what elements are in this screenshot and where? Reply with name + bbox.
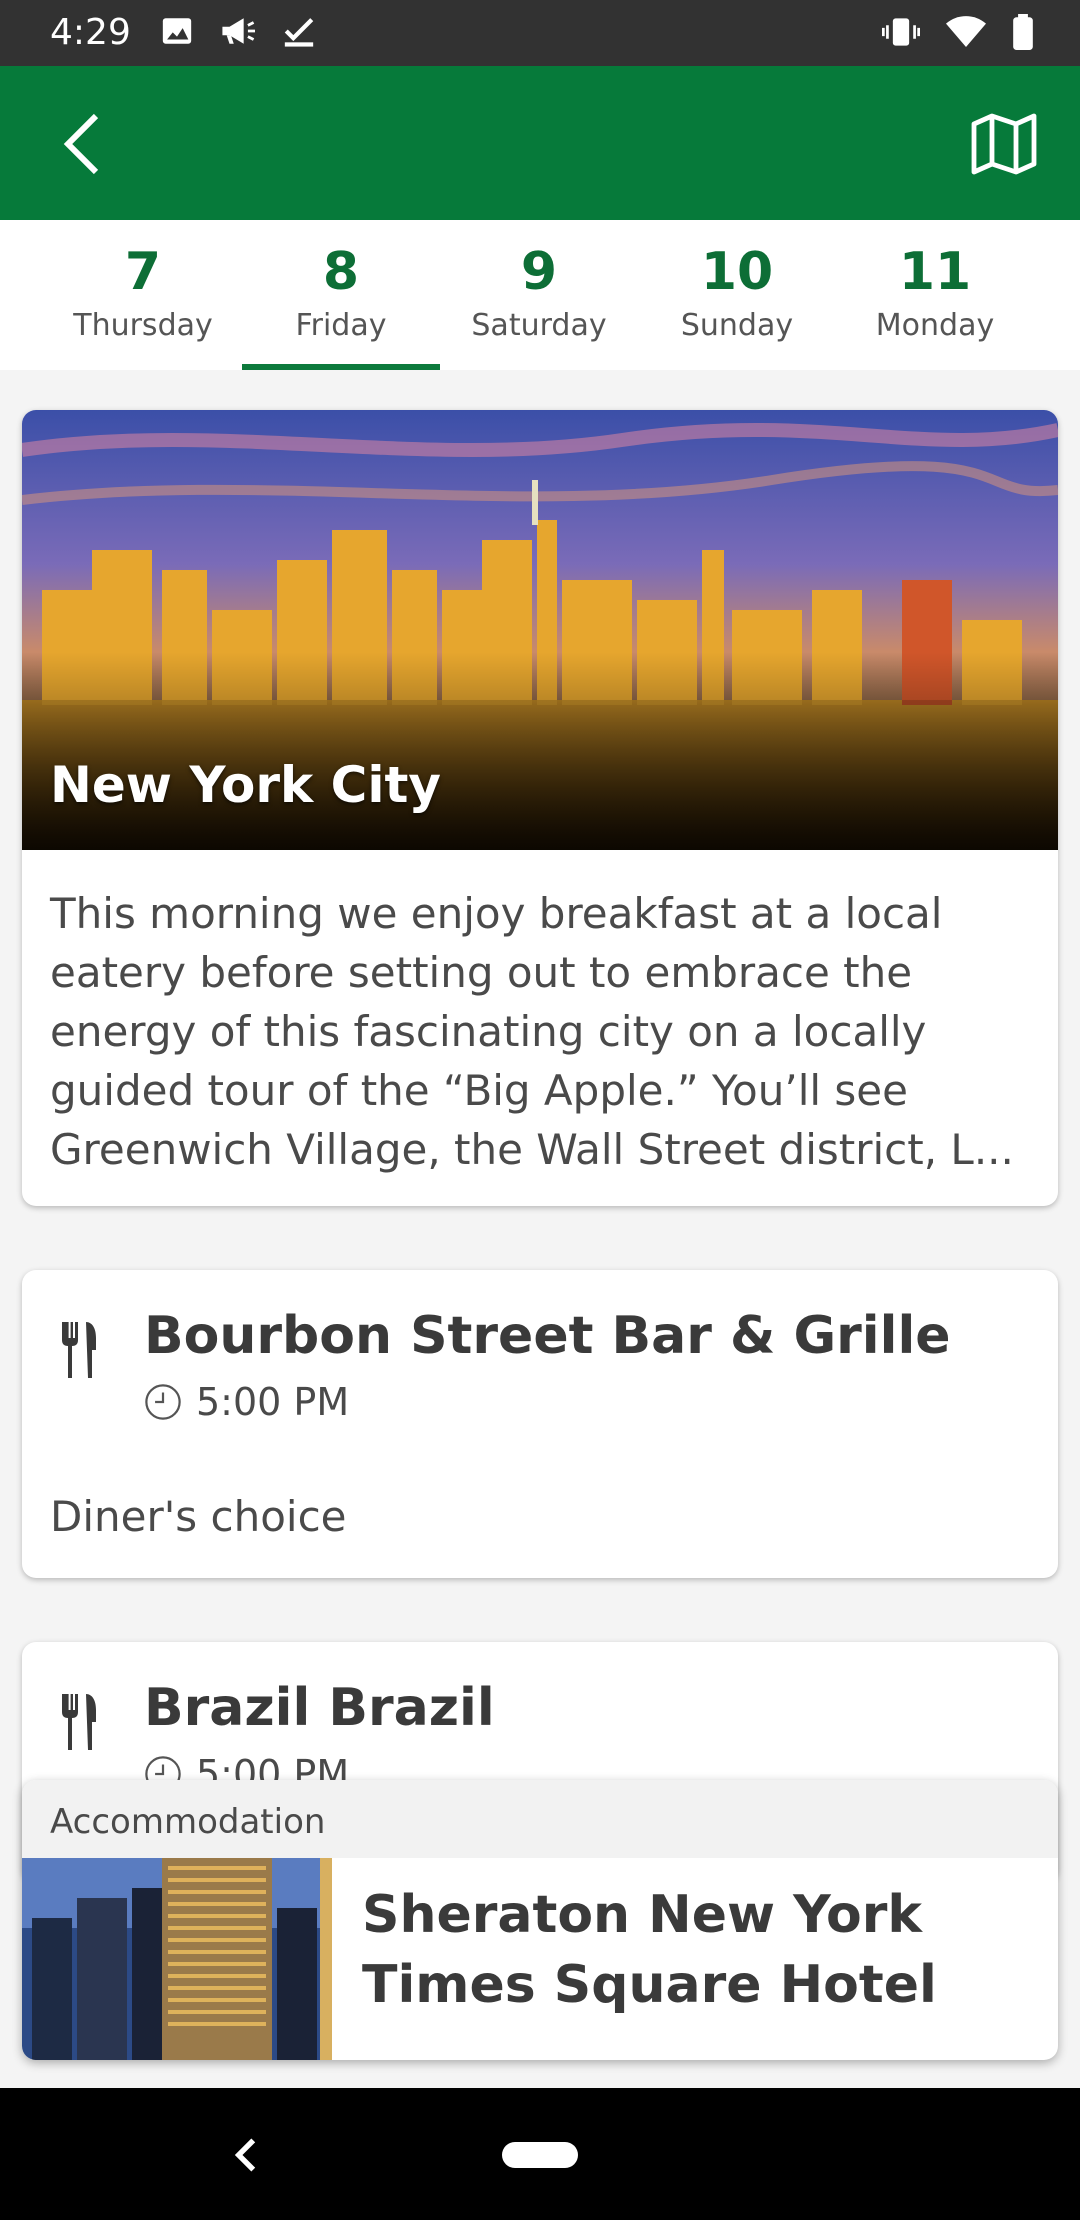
home-pill-icon[interactable] bbox=[502, 2142, 578, 2168]
day-tabs: 7 Thursday 8 Friday 9 Saturday 10 Sunday… bbox=[0, 220, 1080, 370]
destination-title: New York City bbox=[50, 756, 441, 814]
meal-time: 5:00 PM bbox=[144, 1380, 349, 1424]
meal-name: Bourbon Street Bar & Grille bbox=[144, 1306, 951, 1366]
battery-icon bbox=[1013, 14, 1033, 50]
fork-knife-icon bbox=[62, 1322, 96, 1378]
tab-day-label: Saturday bbox=[471, 308, 607, 343]
hotel-name: Sheraton New York Times Square Hotel bbox=[362, 1885, 937, 2015]
destination-card[interactable]: New York City This morning we enjoy brea… bbox=[22, 410, 1058, 1206]
tab-day-11[interactable]: 11 Monday bbox=[836, 220, 1034, 370]
hotel-image bbox=[22, 1858, 332, 2060]
status-time: 4:29 bbox=[50, 12, 131, 53]
tab-day-number: 9 bbox=[520, 242, 558, 302]
app-bar bbox=[0, 66, 1080, 220]
tab-day-label: Sunday bbox=[680, 308, 794, 343]
tab-day-number: 10 bbox=[700, 242, 774, 302]
tab-day-label: Monday bbox=[875, 308, 995, 343]
image-icon bbox=[162, 18, 192, 44]
tab-day-number: 11 bbox=[898, 242, 972, 302]
meal-time-text: 5:00 PM bbox=[196, 1380, 350, 1424]
tab-day-label: Friday bbox=[295, 308, 387, 343]
destination-hero: New York City bbox=[22, 410, 1058, 850]
vibrate-icon bbox=[882, 18, 920, 46]
back-arrow-icon[interactable] bbox=[48, 108, 120, 180]
map-icon[interactable] bbox=[968, 108, 1040, 180]
tab-day-9[interactable]: 9 Saturday bbox=[440, 220, 638, 370]
tab-day-number: 7 bbox=[124, 242, 162, 302]
nav-back-icon[interactable] bbox=[222, 2130, 272, 2180]
status-bar: 4:29 bbox=[0, 0, 1080, 66]
checkbox-icon bbox=[284, 18, 314, 47]
accommodation-card[interactable]: Accommodation Sheraton New York Times Sq… bbox=[22, 1780, 1058, 2060]
tab-day-10[interactable]: 10 Sunday bbox=[638, 220, 836, 370]
meal-card[interactable]: Bourbon Street Bar & Grille 5:00 PM Dine… bbox=[22, 1270, 1058, 1578]
system-nav-bar bbox=[0, 2088, 1080, 2220]
clock-icon bbox=[145, 1384, 181, 1420]
tab-day-label: Thursday bbox=[73, 308, 213, 343]
fork-knife-icon bbox=[62, 1694, 96, 1750]
meal-name: Brazil Brazil bbox=[144, 1678, 495, 1738]
wifi-icon bbox=[946, 16, 986, 47]
tab-day-7[interactable]: 7 Thursday bbox=[44, 220, 242, 370]
destination-description: This morning we enjoy breakfast at a loc… bbox=[50, 889, 1014, 1174]
meal-note: Diner's choice bbox=[50, 1492, 347, 1541]
tab-day-8[interactable]: 8 Friday bbox=[242, 220, 440, 370]
tab-day-number: 8 bbox=[322, 242, 360, 302]
megaphone-icon bbox=[222, 18, 255, 44]
accommodation-header: Accommodation bbox=[22, 1780, 1058, 1858]
